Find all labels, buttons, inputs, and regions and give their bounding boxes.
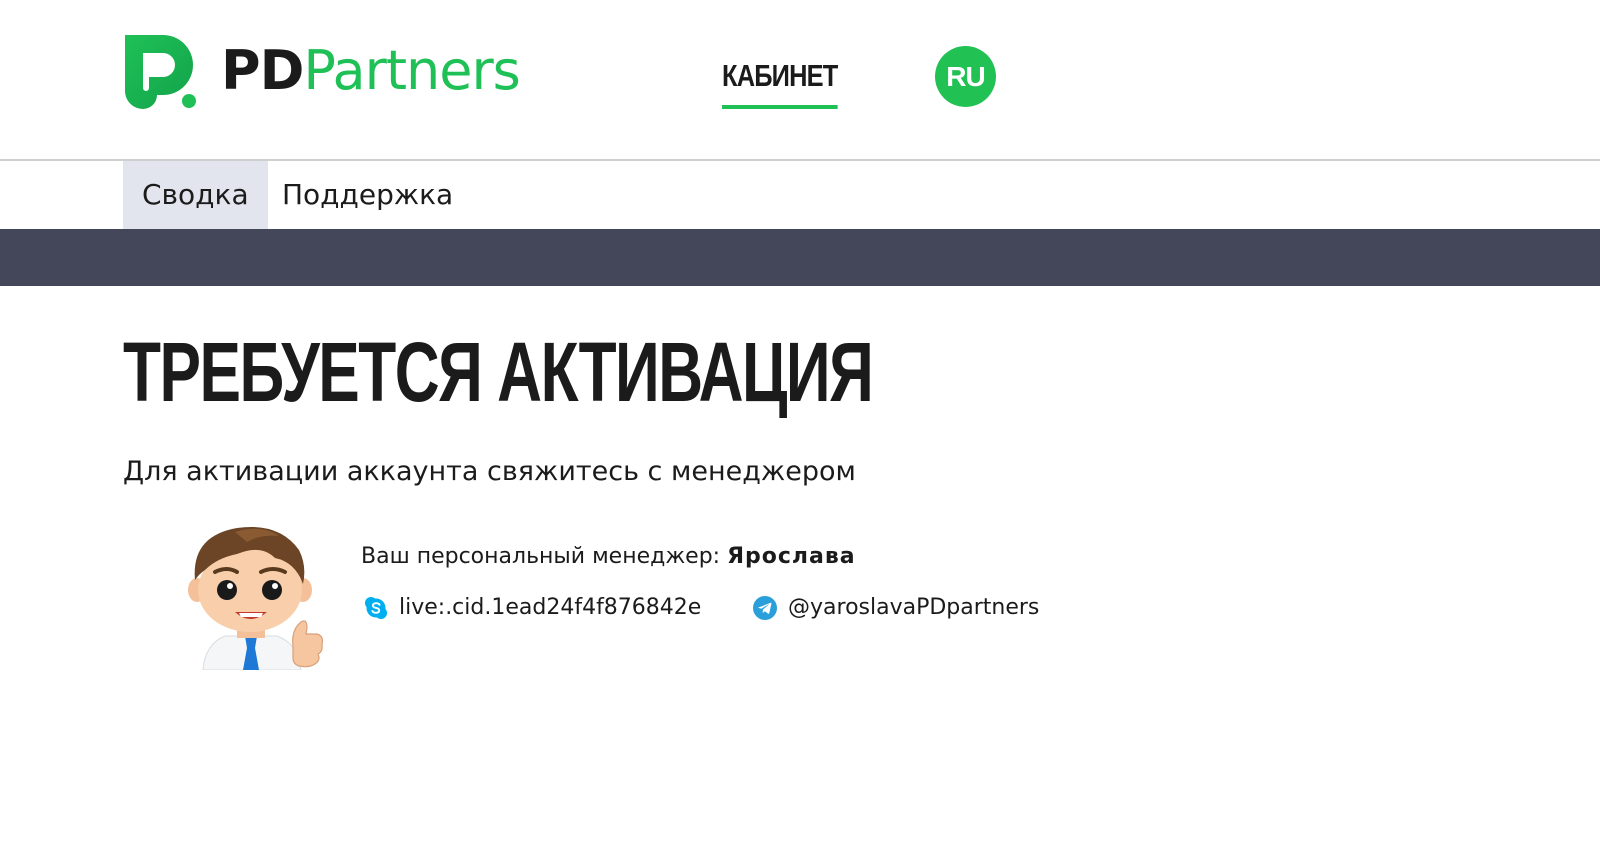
logo-wordmark: PDPartners bbox=[221, 44, 521, 98]
pd-partners-logo[interactable]: PDPartners bbox=[123, 32, 521, 110]
telegram-handle: @yaroslavaPDpartners bbox=[788, 595, 1040, 620]
manager-name: Ярослава bbox=[727, 544, 856, 569]
manager-info: Ваш персональный менеджер: Ярослава bbox=[361, 544, 856, 569]
logo-text-partners: Partners bbox=[303, 39, 520, 102]
activation-instruction: Для активации аккаунта свяжитесь с менед… bbox=[123, 456, 856, 487]
skype-icon bbox=[365, 596, 387, 619]
skype-id: live:.cid.1ead24f4f876842e bbox=[399, 595, 702, 620]
telegram-contact-link[interactable]: @yaroslavaPDpartners bbox=[753, 595, 1039, 620]
language-switcher[interactable]: RU bbox=[935, 46, 996, 107]
manager-avatar bbox=[188, 526, 324, 670]
manager-label: Ваш персональный менеджер: bbox=[361, 544, 721, 569]
sub-navigation: Сводка Поддержка bbox=[0, 161, 1600, 229]
site-header: PDPartners КАБИНЕТ RU bbox=[0, 0, 1600, 160]
nav-cabinet-link[interactable]: КАБИНЕТ bbox=[722, 57, 838, 109]
tab-summary[interactable]: Сводка bbox=[123, 161, 268, 229]
page-title: ТРЕБУЕТСЯ АКТИВАЦИЯ bbox=[123, 325, 874, 419]
language-label: RU bbox=[946, 60, 985, 92]
pd-logo-icon bbox=[125, 35, 196, 109]
logo-text-pd: PD bbox=[221, 39, 304, 102]
telegram-icon bbox=[753, 595, 777, 620]
dark-divider-band bbox=[0, 229, 1600, 286]
skype-contact-link[interactable]: live:.cid.1ead24f4f876842e bbox=[364, 595, 701, 620]
manager-card: Ваш персональный менеджер: Ярослава live… bbox=[175, 518, 1075, 670]
tab-support[interactable]: Поддержка bbox=[263, 161, 472, 229]
